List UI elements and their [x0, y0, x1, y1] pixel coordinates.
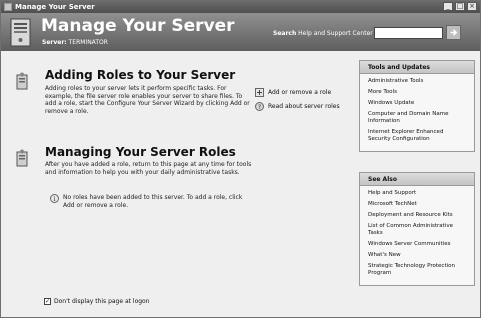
see-also-technet[interactable]: Microsoft TechNet — [368, 201, 466, 208]
managing-roles-description: After you have added a role, return to t… — [45, 161, 252, 176]
dont-display-label[interactable]: Don't display this page at logon — [54, 298, 150, 305]
see-also-heading: See Also — [360, 173, 474, 186]
tools-item-more-tools[interactable]: More Tools — [368, 89, 466, 96]
manage-roles-icon — [16, 149, 28, 167]
page-title: Manage Your Server — [41, 16, 235, 36]
see-also-help-support[interactable]: Help and Support — [368, 190, 466, 197]
no-roles-notice: No roles have been added to this server.… — [63, 194, 243, 209]
tools-updates-panel: Tools and Updates Administrative Tools M… — [359, 60, 475, 152]
window-title: Manage Your Server — [15, 3, 95, 11]
help-icon: ? — [255, 102, 264, 111]
see-also-communities[interactable]: Windows Server Communities — [368, 241, 466, 248]
see-also-panel: See Also Help and Support Microsoft Tech… — [359, 172, 475, 286]
svg-text:i: i — [54, 196, 56, 203]
server-icon — [10, 18, 31, 47]
see-also-stpp[interactable]: Strategic Technology Protection Program — [368, 263, 466, 277]
window-icon — [4, 3, 12, 11]
close-button[interactable]: × — [467, 2, 477, 11]
search-go-button[interactable] — [446, 25, 461, 40]
see-also-admin-tasks[interactable]: List of Common Administrative Tasks — [368, 223, 466, 237]
adding-roles-heading: Adding Roles to Your Server — [45, 68, 236, 82]
tools-updates-heading: Tools and Updates — [360, 61, 474, 74]
dont-display-checkbox[interactable]: ✓ — [44, 298, 51, 305]
adding-roles-description: Adding roles to your server lets it perf… — [45, 85, 250, 115]
read-about-roles-link[interactable]: Read about server roles — [268, 103, 340, 110]
main-content: Adding Roles to Your Server Adding roles… — [2, 51, 352, 311]
tools-item-ie-security-config[interactable]: Internet Explorer Enhanced Security Conf… — [368, 129, 466, 143]
tools-item-windows-update[interactable]: Windows Update — [368, 100, 466, 107]
tools-item-computer-domain-info[interactable]: Computer and Domain Name Information — [368, 111, 466, 125]
manage-your-server-window: Manage Your Server _ □ × Manage Your Ser… — [0, 0, 481, 318]
see-also-deployment-kits[interactable]: Deployment and Resource Kits — [368, 212, 466, 219]
add-remove-role-link[interactable]: Add or remove a role — [268, 89, 331, 96]
title-bar[interactable]: Manage Your Server _ □ × — [1, 1, 480, 13]
minimize-button[interactable]: _ — [443, 2, 453, 11]
see-also-whats-new[interactable]: What's New — [368, 252, 466, 259]
add-role-icon — [255, 88, 264, 97]
maximize-button[interactable]: □ — [455, 2, 465, 11]
search-label: Search Help and Support Center — [273, 30, 373, 37]
header-banner: Manage Your Server Server: TERMINATOR Se… — [1, 13, 480, 51]
svg-text:?: ? — [258, 104, 261, 111]
managing-roles-heading: Managing Your Server Roles — [45, 145, 236, 159]
info-icon: i — [50, 194, 59, 203]
server-roles-icon — [16, 72, 28, 90]
tools-item-administrative-tools[interactable]: Administrative Tools — [368, 78, 466, 85]
search-input[interactable] — [374, 27, 443, 39]
server-name-label: Server: TERMINATOR — [42, 39, 108, 46]
